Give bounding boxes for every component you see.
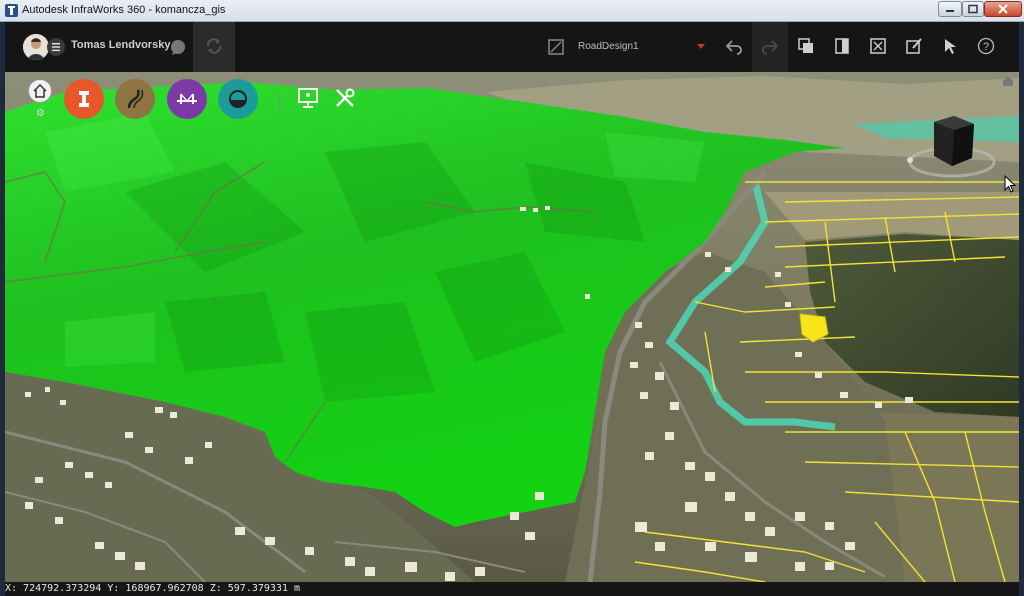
user-menu-icon [52,43,60,52]
help-button[interactable]: ? [968,22,1004,72]
user-menu-button[interactable] [47,38,65,56]
user-photo-icon [23,34,49,60]
layers-icon [798,38,813,53]
view-cube[interactable] [902,112,996,186]
bridge-icon [177,93,197,104]
roads-tool-button[interactable] [64,79,104,119]
proposal-icon[interactable] [547,38,565,56]
curved-road-icon [127,89,144,109]
layers-button[interactable] [788,22,824,72]
minimize-button[interactable] [938,1,962,17]
window-title-bar: Autodesk InfraWorks 360 - komancza_gis [0,0,1024,22]
mouse-cursor-icon [1004,175,1016,193]
settings-tools-icon[interactable] [333,86,357,110]
map-viewport[interactable] [5,72,1019,582]
toolbar-separator [279,90,280,110]
coordinates-readout: X: 724792.373294 Y: 168967.962708 Z: 597… [5,583,301,594]
home-view-button[interactable] [28,79,52,103]
avatar[interactable] [23,34,49,60]
home-icon[interactable] [1001,75,1015,87]
close-icon [998,4,1008,14]
undo-button[interactable] [716,22,752,72]
redo-button[interactable] [752,22,788,72]
redo-icon [762,40,779,55]
sync-button[interactable] [193,22,235,72]
maximize-icon [968,4,978,14]
drainage-tool-button[interactable] [218,79,258,119]
panels-button[interactable] [824,22,860,72]
window-frame-right [1019,72,1024,596]
drainage-icon [229,90,247,108]
fullscreen-button[interactable] [860,22,896,72]
svg-text:?: ? [983,41,989,53]
gear-icon[interactable]: ⚙ [36,108,45,119]
fullscreen-icon [870,38,886,54]
maximize-button[interactable] [962,1,984,17]
chat-button[interactable] [169,38,187,56]
panels-icon [835,38,849,54]
help-icon: ? [977,37,995,55]
chevron-down-icon[interactable] [697,44,705,49]
road-icon [79,91,89,107]
terrain-scene [5,72,1019,582]
sync-icon [206,38,222,54]
sketch-icon [906,38,922,54]
status-bar: X: 724792.373294 Y: 168967.962708 Z: 597… [5,582,1019,596]
minimize-icon [946,10,954,12]
sketch-button[interactable] [896,22,932,72]
bridge-tool-button[interactable] [167,79,207,119]
proposal-selector[interactable]: RoadDesign1 [578,41,639,52]
chat-icon [171,40,185,55]
username[interactable]: Tomas Lendvorsky [71,39,170,51]
home-icon [33,83,47,98]
close-button[interactable] [984,1,1022,17]
window-title: Autodesk InfraWorks 360 - komancza_gis [22,4,226,16]
select-button[interactable] [932,22,968,72]
app-toolbar: Tomas Lendvorsky RoadDesign1 ? [0,22,1024,72]
app-icon [5,4,18,17]
select-icon [945,39,956,54]
undo-icon [725,40,742,55]
presentation-icon[interactable] [296,86,320,110]
road-design-tool-button[interactable] [115,79,155,119]
